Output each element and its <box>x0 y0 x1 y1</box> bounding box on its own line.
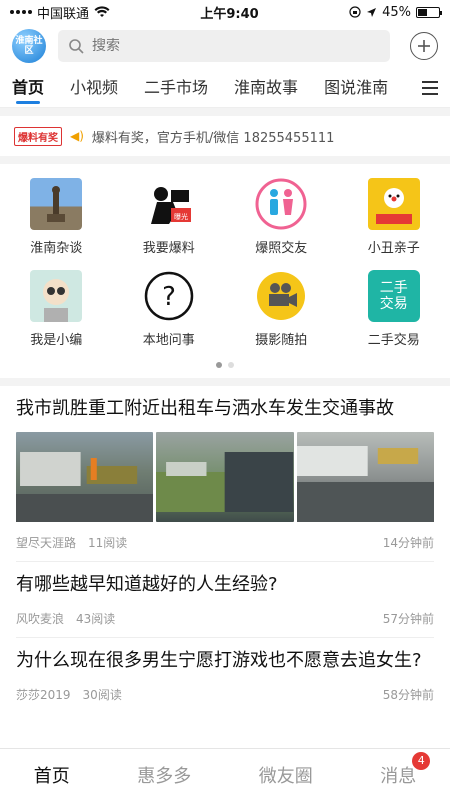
tab-huainan-pictures[interactable]: 图说淮南 <box>324 68 388 108</box>
notice-text: 爆料有奖，官方手机/微信 18255455111 <box>91 130 335 146</box>
grid-item-editor[interactable]: 我是小编 <box>0 270 113 348</box>
clown-icon <box>367 178 420 230</box>
movie-camera-icon <box>255 270 308 322</box>
app-header: 淮南社区 <box>0 24 450 68</box>
article-time: 57分钟前 <box>382 612 434 626</box>
article-author[interactable]: 望尽天涯路 <box>16 536 76 550</box>
category-grid: 淮南杂谈 曝光 我要爆料 爆照交友 小丑亲子 我是小编 ? 本地问事 摄影随拍 <box>0 164 450 356</box>
article-title: 为什么现在很多男生宁愿打游戏也不愿意去追女生? <box>16 650 422 671</box>
unread-badge: 4 <box>412 751 431 770</box>
grid-item-photography[interactable]: 摄影随拍 <box>225 270 338 348</box>
article-item[interactable]: 有哪些越早知道越好的人生经验? 风吹麦浪 43阅读 57分钟前 <box>0 562 450 638</box>
svg-text:?: ? <box>162 282 176 312</box>
grid-label: 摄影随拍 <box>255 333 308 348</box>
article-photo <box>16 432 154 522</box>
nav-friends-circle[interactable]: 微友圈 <box>259 762 313 788</box>
article-item[interactable]: 为什么现在很多男生宁愿打游戏也不愿意去追女生? 莎莎2019 30阅读 58分钟前 <box>0 638 450 713</box>
editor-avatar-icon <box>30 270 83 322</box>
camera-man-icon: 曝光 <box>142 178 195 230</box>
second-hand-icon: 二手 交易 <box>367 270 420 322</box>
article-title: 有哪些越早知道越好的人生经验? <box>16 574 278 595</box>
divider <box>0 378 450 386</box>
tab-huainan-stories[interactable]: 淮南故事 <box>234 68 298 108</box>
grid-item-report-news[interactable]: 曝光 我要爆料 <box>113 178 226 256</box>
grid-label: 我是小编 <box>30 333 83 348</box>
article-photo <box>296 432 434 522</box>
grid-item-local-questions[interactable]: ? 本地问事 <box>113 270 226 348</box>
nav-deals[interactable]: 惠多多 <box>137 762 191 788</box>
grid-item-photo-dating[interactable]: 爆照交友 <box>225 178 338 256</box>
tab-home[interactable]: 首页 <box>12 68 44 108</box>
question-icon: ? <box>142 270 195 322</box>
search-input[interactable] <box>92 38 380 54</box>
grid-label: 我要爆料 <box>142 241 195 256</box>
grid-label: 二手交易 <box>367 333 420 348</box>
lock-rotation-icon <box>349 6 361 18</box>
article-author[interactable]: 莎莎2019 <box>16 688 71 702</box>
notice-bar[interactable]: 爆料有奖 ◀) 爆料有奖，官方手机/微信 18255455111 <box>0 116 450 156</box>
app-logo[interactable]: 淮南社区 <box>12 29 46 63</box>
battery-percent: 45% <box>382 4 411 20</box>
clock: 上午9:40 <box>200 6 259 22</box>
grid-item-clown-parenting[interactable]: 小丑亲子 <box>338 178 450 256</box>
battery-icon <box>415 6 442 18</box>
article-photo <box>156 432 294 522</box>
couple-icon <box>255 178 308 230</box>
article-time: 58分钟前 <box>382 688 434 702</box>
page-indicator <box>0 356 450 378</box>
statue-icon <box>30 178 83 230</box>
notice-badge: 爆料有奖 <box>14 126 62 146</box>
article-reads: 43阅读 <box>76 612 116 626</box>
article-title: 我市凯胜重工附近出租车与洒水车发生交通事故 <box>16 398 394 419</box>
grid-label: 淮南杂谈 <box>30 241 83 256</box>
grid-label: 小丑亲子 <box>367 241 420 256</box>
article-reads: 11阅读 <box>88 536 128 550</box>
plus-icon <box>418 40 430 52</box>
nav-home[interactable]: 首页 <box>34 762 70 788</box>
nav-messages[interactable]: 消息 4 <box>380 751 431 788</box>
wifi-icon <box>94 6 110 18</box>
tab-second-hand-market[interactable]: 二手市场 <box>144 68 208 108</box>
article-photos <box>16 432 434 522</box>
location-icon <box>367 7 377 17</box>
article-meta: 莎莎2019 30阅读 58分钟前 <box>16 674 434 713</box>
tab-short-video[interactable]: 小视频 <box>70 68 118 108</box>
article-meta: 风吹麦浪 43阅读 57分钟前 <box>16 598 434 638</box>
grid-label: 本地问事 <box>142 333 195 348</box>
divider <box>0 156 450 164</box>
channel-menu-icon[interactable] <box>422 80 438 95</box>
grid-item-huainan-chat[interactable]: 淮南杂谈 <box>0 178 113 256</box>
article-author[interactable]: 风吹麦浪 <box>16 612 64 626</box>
notice-sound-icon: ◀) <box>70 129 84 143</box>
svg-text:曝光: 曝光 <box>174 212 188 221</box>
search-bar[interactable] <box>58 30 390 62</box>
grid-item-second-hand-trade[interactable]: 二手 交易 二手交易 <box>338 270 450 348</box>
article-item[interactable]: 我市凯胜重工附近出租车与洒水车发生交通事故 望尽天涯路 11阅读 14分钟前 <box>0 386 450 562</box>
bottom-nav: 首页 惠多多 微友圈 消息 4 <box>0 748 450 800</box>
divider <box>0 108 450 116</box>
nav-messages-label: 消息 <box>380 765 417 787</box>
article-time: 14分钟前 <box>382 536 434 550</box>
signal-icon <box>10 10 32 14</box>
carrier-label: 中国联通 <box>37 6 90 22</box>
article-reads: 30阅读 <box>82 688 122 702</box>
grid-label: 爆照交友 <box>255 241 308 256</box>
channel-tabs: 首页 小视频 二手市场 淮南故事 图说淮南 <box>0 68 450 108</box>
add-button[interactable] <box>410 32 438 60</box>
status-bar: 中国联通 上午9:40 45% <box>0 0 450 24</box>
article-meta: 望尽天涯路 11阅读 14分钟前 <box>16 522 434 562</box>
search-icon <box>69 39 84 54</box>
